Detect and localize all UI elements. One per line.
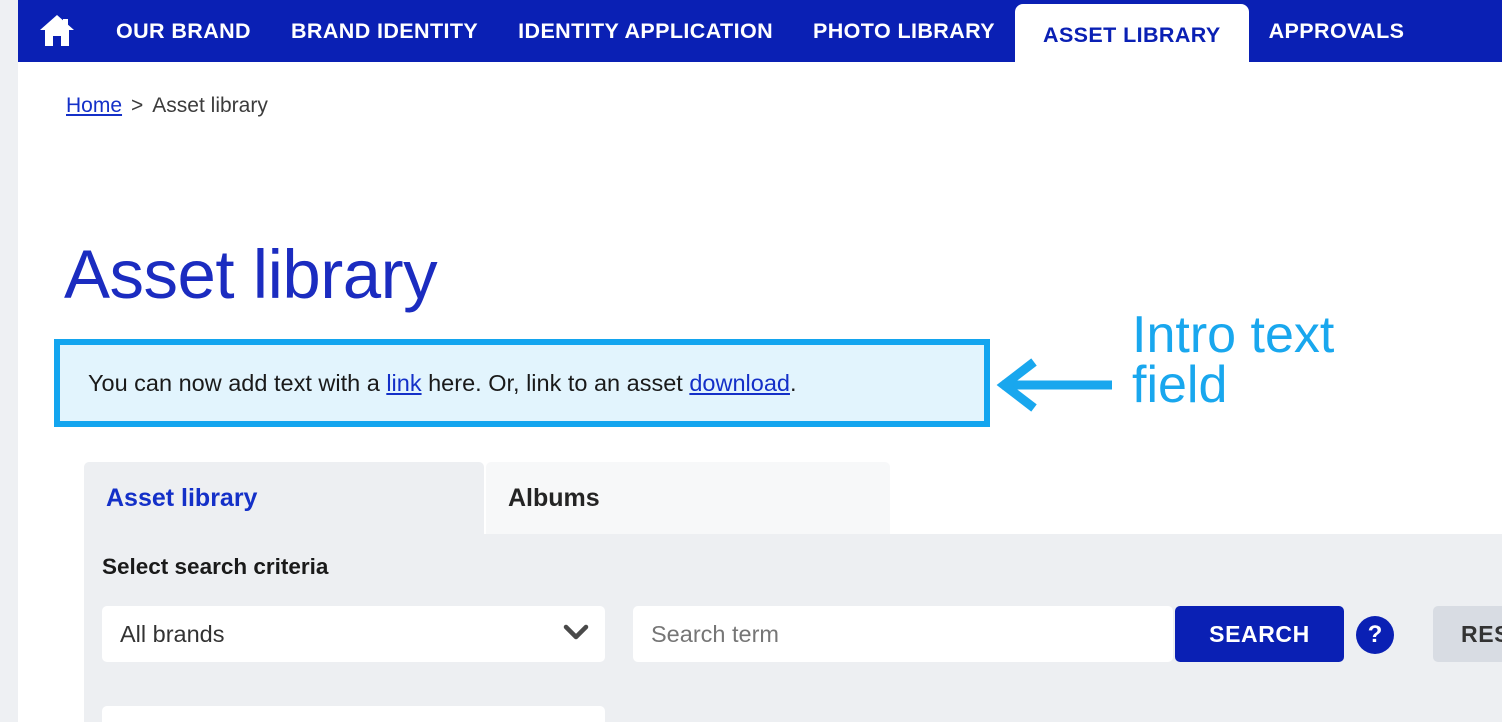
breadcrumb-link-home[interactable]: Home	[66, 94, 122, 118]
home-icon	[37, 13, 77, 49]
page-content: Home > Asset library Asset library You c…	[18, 62, 1502, 722]
tab-albums[interactable]: Albums	[486, 462, 890, 534]
brand-select-value: All brands	[120, 620, 225, 647]
tab-asset-library-label: Asset library	[106, 483, 258, 512]
intro-text-content: You can now add text with a link here. O…	[88, 370, 797, 397]
nav-item-our-brand[interactable]: OUR BRAND	[96, 0, 271, 62]
page-root: OUR BRAND BRAND IDENTITY IDENTITY APPLIC…	[0, 0, 1502, 722]
breadcrumb-separator: >	[131, 94, 144, 117]
intro-text-after: .	[789, 369, 797, 396]
search-panel-body: Select search criteria All brands All ca…	[84, 534, 1502, 722]
intro-link[interactable]: link	[386, 370, 421, 396]
breadcrumb: Home > Asset library	[66, 94, 268, 118]
nav-item-approvals[interactable]: APPROVALS	[1249, 0, 1425, 62]
tab-asset-library[interactable]: Asset library	[84, 462, 484, 534]
help-icon[interactable]: ?	[1356, 616, 1394, 654]
tab-albums-label: Albums	[508, 483, 600, 512]
tab-bar: Asset library Albums	[84, 462, 1502, 534]
annotation-label: Intro text field	[1132, 306, 1335, 415]
category-select[interactable]: All categories	[102, 706, 605, 722]
chevron-down-icon	[561, 622, 591, 647]
search-button[interactable]: SEARCH	[1175, 606, 1344, 662]
reset-button[interactable]: RESET	[1433, 606, 1502, 662]
nav-home-button[interactable]	[18, 0, 96, 62]
intro-download-link[interactable]: download	[689, 370, 790, 396]
annotation-arrow-icon	[996, 358, 1114, 412]
main-navigation: OUR BRAND BRAND IDENTITY IDENTITY APPLIC…	[18, 0, 1502, 66]
breadcrumb-current: Asset library	[152, 94, 268, 117]
annotation-label-line2: field	[1132, 356, 1228, 415]
intro-text-before: You can now add text with a	[88, 369, 387, 396]
intro-text-field[interactable]: You can now add text with a link here. O…	[54, 339, 990, 427]
page-title: Asset library	[64, 236, 438, 313]
nav-item-asset-library[interactable]: ASSET LIBRARY	[1015, 4, 1249, 66]
nav-item-brand-identity[interactable]: BRAND IDENTITY	[271, 0, 498, 62]
search-input[interactable]: Search term	[633, 606, 1173, 662]
intro-text-middle: here. Or, link to an asset	[421, 369, 690, 396]
brand-select[interactable]: All brands	[102, 606, 605, 662]
annotation-label-line1: Intro text	[1132, 306, 1335, 364]
nav-item-identity-application[interactable]: IDENTITY APPLICATION	[498, 0, 793, 62]
search-criteria-label: Select search criteria	[102, 554, 329, 579]
asset-library-panel: Asset library Albums Select search crite…	[84, 462, 1502, 722]
nav-item-photo-library[interactable]: PHOTO LIBRARY	[793, 0, 1015, 62]
search-input-placeholder: Search term	[651, 620, 779, 647]
